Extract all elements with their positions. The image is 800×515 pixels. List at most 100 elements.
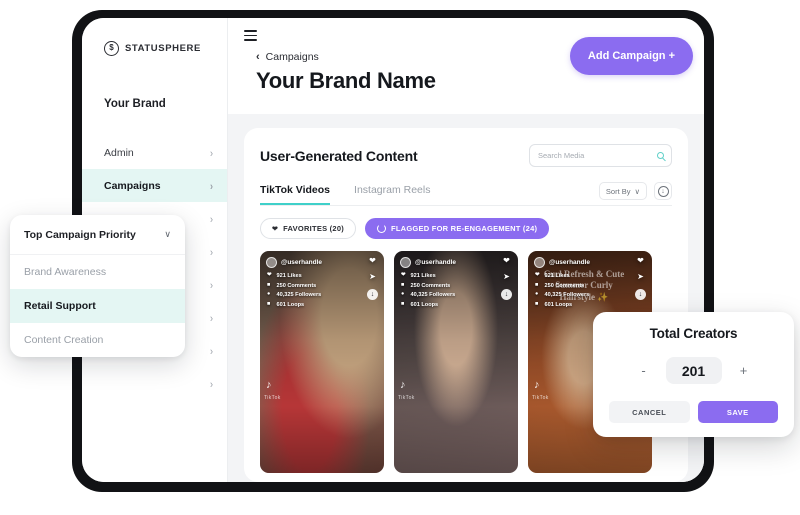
video-stats: ❤ 921 Likes ■ 250 Comments ● 40,325 Followe… [401,273,455,308]
stat-label: 601 Loops [410,301,439,308]
heart-icon: ❤ [267,272,272,279]
logo-text: STATUSPHERE [125,42,201,54]
dropdown-option-content-creation[interactable]: Content Creation [10,323,185,357]
tab-tiktok-videos[interactable]: TikTok Videos [260,184,331,205]
creators-value[interactable]: 201 [665,357,722,384]
stat-likes: ❤ 921 Likes [535,273,589,279]
download-icon[interactable]: ↓ [635,289,646,300]
stat-loops: ■ 601 Loops [267,301,321,308]
video-stats: ❤ 921 Likes ■ 250 Comments ● 40,325 Followe… [535,273,589,308]
stat-label: 921 Likes [544,273,570,279]
back-arrow-icon: ‹ [256,51,260,64]
export-button[interactable]: ↓ [654,182,672,200]
video-handle: @userhandle [549,259,591,266]
save-button[interactable]: SAVE [697,401,778,423]
loop-icon: ■ [401,300,405,307]
person-icon: ● [267,291,271,298]
video-actions: ❤ ➤ ↓ [501,257,512,300]
heart-icon: ❤ [272,225,279,233]
person-icon: ● [535,291,539,298]
video-stats: ❤ 921 Likes ■ 250 Comments ● 40,325 Followe… [267,273,321,308]
modal-title: Total Creators [649,326,738,341]
heart-icon[interactable]: ❤ [369,257,376,265]
ugc-card-header: User-Generated Content [260,144,672,167]
comment-icon: ■ [535,281,539,288]
stat-followers: ● 40,325 Followers [267,292,321,298]
tiktok-watermark: TikTok [532,395,549,401]
video-card[interactable]: @userhandle ❤ 921 Likes ■ 250 Comments ● 40… [260,251,384,473]
chevron-right-icon: › [210,245,213,258]
refresh-circle-icon [377,224,386,233]
search-media-field[interactable] [529,144,672,167]
download-icon[interactable]: ↓ [367,289,378,300]
tab-instagram-reels[interactable]: Instagram Reels [354,184,430,205]
top-bar: ‹ Campaigns Your Brand Name Add Campaign… [228,18,704,114]
share-icon[interactable]: ➤ [637,273,644,281]
dropdown-header[interactable]: Top Campaign Priority ∨ [10,215,185,255]
heart-icon[interactable]: ❤ [637,257,644,265]
decrement-button[interactable]: - [639,363,649,378]
stat-likes: ❤ 921 Likes [401,273,455,279]
chevron-right-icon: › [210,212,213,225]
sort-by-dropdown[interactable]: Sort By ∨ [598,182,647,200]
stat-loops: ■ 601 Loops [535,300,589,308]
video-card[interactable]: @userhandle ❤ 921 Likes ■ 250 Comments ● 40… [394,251,518,473]
stat-label: 40,325 Followers [544,292,590,298]
heart-icon: ❤ [401,272,406,279]
chevron-right-icon: › [210,179,213,192]
sort-by-label: Sort By [605,186,631,196]
filter-pill-label: FLAGGED FOR RE-ENGAGEMENT (24) [391,224,538,233]
ugc-tabs: TikTok Videos Instagram Reels [260,184,430,205]
cancel-button[interactable]: CANCEL [609,401,690,423]
sidebar-item-label: Campaigns [104,179,161,192]
screenshot-root: $ STATUSPHERE Your Brand Admin › Campaig… [0,0,800,515]
brand-name: Your Brand [104,98,166,110]
filter-pill-favorites[interactable]: ❤ FAVORITES (20) [260,218,356,239]
chevron-down-icon: ∨ [164,229,171,239]
video-actions: ❤ ➤ ↓ [367,257,378,300]
search-icon [657,152,664,159]
share-icon[interactable]: ➤ [503,273,510,281]
sidebar-item-admin[interactable]: Admin › [82,136,227,169]
download-icon[interactable]: ↓ [501,289,512,300]
avatar [534,257,545,268]
add-campaign-button[interactable]: Add Campaign + [569,37,693,75]
dropdown-option-retail-support[interactable]: Retail Support [10,289,185,323]
ugc-tabs-row: TikTok Videos Instagram Reels Sort By ∨ … [260,182,672,206]
share-icon[interactable]: ➤ [369,273,376,281]
dropdown-label: Top Campaign Priority [24,228,136,241]
increment-button[interactable]: + [739,363,749,378]
video-actions: ❤ ➤ ↓ [635,257,646,300]
filter-pill-flagged[interactable]: FLAGGED FOR RE-ENGAGEMENT (24) [365,218,550,239]
stat-followers: ● 40,325 Followers [401,292,455,298]
hamburger-icon[interactable] [244,30,257,42]
chevron-right-icon: › [210,344,213,357]
sidebar-item-hidden-5[interactable]: › [82,367,227,400]
stat-label: 601 Loops [544,301,573,308]
stat-likes: ❤ 921 Likes [267,273,321,279]
dropdown-option-brand-awareness[interactable]: Brand Awareness [10,255,185,289]
download-icon: ↓ [657,185,669,197]
stat-label: 601 Loops [276,301,305,308]
stat-comments: ■ 250 Comments [535,281,589,289]
tiktok-watermark: TikTok [264,395,281,401]
sidebar-item-campaigns[interactable]: Campaigns › [82,169,227,202]
heart-icon[interactable]: ❤ [503,257,510,265]
loop-icon: ■ [535,300,539,307]
stat-label: 250 Comments [544,282,585,289]
app-logo[interactable]: $ STATUSPHERE [82,36,227,60]
video-author: @userhandle [534,257,590,268]
video-handle: @userhandle [415,259,457,266]
sidebar-item-label: Admin [104,146,134,159]
modal-actions: CANCEL SAVE [609,401,778,423]
search-input[interactable] [538,151,663,160]
top-campaign-priority-dropdown: Top Campaign Priority ∨ Brand Awareness … [10,215,185,357]
tiktok-watermark: TikTok [398,395,415,401]
chevron-down-icon: ∨ [634,186,641,196]
ugc-tools: Sort By ∨ ↓ [598,182,672,205]
stat-label: 40,325 Followers [276,292,322,298]
total-creators-modal: Total Creators - 201 + CANCEL SAVE [593,312,794,437]
chevron-right-icon: › [210,377,213,390]
tiktok-logo-icon: ♪ [400,379,406,391]
video-author: @userhandle [266,257,322,268]
